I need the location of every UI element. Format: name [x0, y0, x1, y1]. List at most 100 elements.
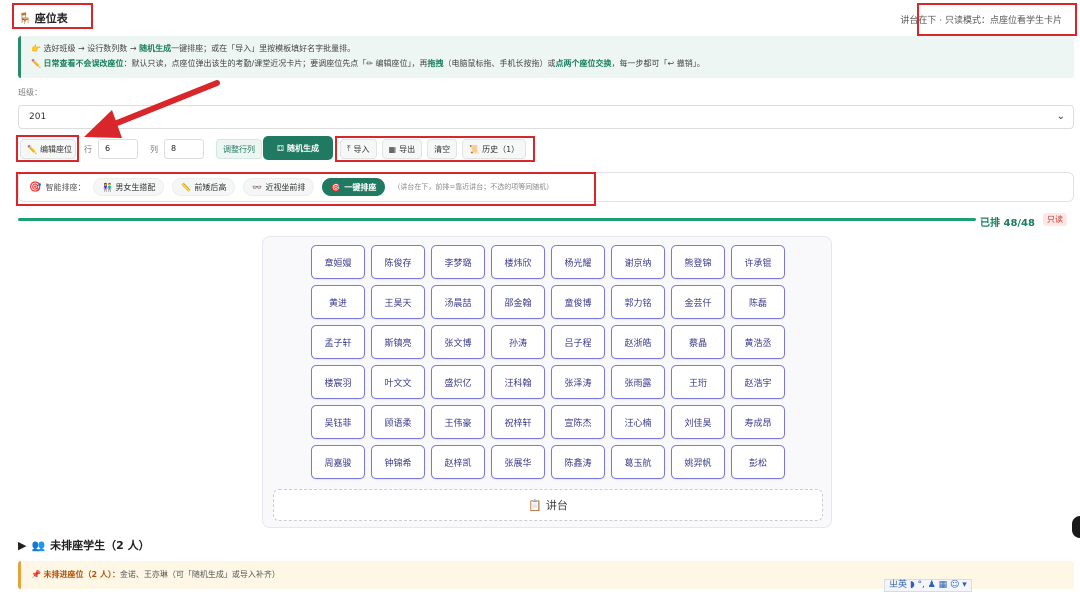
seat-cell[interactable]: 陈磊	[731, 285, 785, 319]
seat-cell[interactable]: 王昊天	[371, 285, 425, 319]
seat-grid: 章姮嫚 陈俊存 李梦璐 楼炜欣 杨光耀 谢京纳 熊登锦 许承锟黄进 王昊天 汤晨喆 邵金翰 童俊博 郭力…	[311, 245, 785, 479]
seat-cell[interactable]: 叶文文	[371, 365, 425, 399]
seat-cell[interactable]: 陈鑫涛	[551, 445, 605, 479]
class-select-value: 201	[29, 112, 47, 122]
caret-right-icon: ▶	[18, 538, 27, 552]
seated-count: 已排 48/48	[980, 218, 1035, 229]
cols-input[interactable]: 8	[164, 139, 204, 159]
floating-action-button[interactable]	[1072, 516, 1080, 538]
seat-cell[interactable]: 张展华	[491, 445, 545, 479]
gender-mix-button[interactable]: 👫 男女生搭配	[93, 178, 165, 196]
pencil-icon: ✏️	[27, 144, 37, 154]
class-label: 班级：	[18, 88, 42, 97]
seat-cell[interactable]: 谢京纳	[611, 245, 665, 279]
vision-front-button[interactable]: 👓 近视坐前排	[243, 178, 315, 196]
seat-chart-icon: 🪑	[18, 11, 32, 25]
hand-pointer-icon: 👉	[31, 44, 41, 53]
seat-cell[interactable]: 张泽涛	[551, 365, 605, 399]
seat-cell[interactable]: 孙涛	[491, 325, 545, 359]
seat-cell[interactable]: 斯镇亮	[371, 325, 425, 359]
height-order-button[interactable]: 📏 前矮后高	[172, 178, 236, 196]
target-icon: 🎯	[331, 182, 342, 192]
seat-cell[interactable]: 楼宸羽	[311, 365, 365, 399]
seat-cell[interactable]: 许承锟	[731, 245, 785, 279]
seat-cell[interactable]: 彭松	[731, 445, 785, 479]
clipboard-icon: 📋	[528, 498, 542, 512]
unseated-title-text: 未排座学生（2 人）	[50, 539, 150, 552]
smart-label: 智能排座：	[45, 182, 86, 192]
resize-grid-button[interactable]: 调整行列	[216, 139, 262, 159]
students-icon: 👥	[31, 538, 46, 552]
pencil-icon: ✏️	[31, 59, 41, 68]
toolbar-io-group: ⤒ 导入 ▦ 导出 清空 📜 历史（1）	[340, 138, 527, 160]
podium-label: 讲台	[545, 499, 568, 512]
readonly-badge: 只读	[1043, 213, 1067, 226]
seat-cell[interactable]: 张雨露	[611, 365, 665, 399]
seat-cell[interactable]: 吕子程	[551, 325, 605, 359]
seat-cell[interactable]: 汪科翰	[491, 365, 545, 399]
seat-cell[interactable]: 杨光耀	[551, 245, 605, 279]
smart-seating-row: 🎯 智能排座： 👫 男女生搭配 📏 前矮后高 👓 近视坐前排 🎯 一键排座 （讲…	[18, 172, 1074, 202]
ruler-icon: 📏	[181, 182, 192, 192]
unseated-toggle[interactable]: ▶ 👥 未排座学生（2 人）	[18, 537, 150, 553]
seat-cell[interactable]: 金芸仟	[671, 285, 725, 319]
seat-cell[interactable]: 黄浩丞	[731, 325, 785, 359]
tip-line-1: 👉 选好班级 → 设行数列数 → 随机生成一键排座；或在「导入」里按模板填好名字…	[31, 44, 356, 53]
history-button[interactable]: 📜 历史（1）	[462, 139, 527, 159]
seat-cell[interactable]: 葛玉航	[611, 445, 665, 479]
cols-label: 列	[150, 144, 158, 154]
seat-cell[interactable]: 章姮嫚	[311, 245, 365, 279]
seat-progress-bar	[18, 218, 976, 221]
seat-cell[interactable]: 陈俊存	[371, 245, 425, 279]
seat-cell[interactable]: 熊登锦	[671, 245, 725, 279]
class-select[interactable]: 201 ⌄	[18, 105, 1074, 129]
seat-cell[interactable]: 王伟豪	[431, 405, 485, 439]
seat-cell[interactable]: 汤晨喆	[431, 285, 485, 319]
seat-cell[interactable]: 童俊博	[551, 285, 605, 319]
seat-cell[interactable]: 赵梓凯	[431, 445, 485, 479]
seat-cell[interactable]: 赵浙皓	[611, 325, 665, 359]
seat-cell[interactable]: 钟锦希	[371, 445, 425, 479]
seat-cell[interactable]: 郭力铭	[611, 285, 665, 319]
one-click-seat-button[interactable]: 🎯 一键排座	[322, 178, 386, 196]
seat-cell[interactable]: 祝梓轩	[491, 405, 545, 439]
spreadsheet-icon: ▦	[388, 144, 397, 154]
tip-line-2: ✏️ 日常查看不会误改座位：默认只读，点座位弹出该生的考勤/课堂近况卡片；要调座…	[31, 59, 705, 68]
export-button[interactable]: ▦ 导出	[381, 139, 423, 159]
page-title: 🪑 座位表	[18, 10, 68, 26]
seat-cell[interactable]: 寿成昂	[731, 405, 785, 439]
pin-icon: 📌	[31, 570, 41, 579]
glasses-icon: 👓	[252, 182, 263, 192]
import-button[interactable]: ⤒ 导入	[340, 139, 377, 159]
page-title-text: 座位表	[34, 12, 68, 25]
edit-seat-button[interactable]: ✏️ 编辑座位	[20, 139, 76, 159]
seat-cell[interactable]: 李梦璐	[431, 245, 485, 279]
rows-input[interactable]: 6	[98, 139, 138, 159]
seat-cell[interactable]: 盛炽亿	[431, 365, 485, 399]
toolbar-random-group: ⚃ 随机生成	[263, 136, 333, 160]
chevron-down-icon: ⌄	[1056, 111, 1065, 122]
seat-cell[interactable]: 姚羿帆	[671, 445, 725, 479]
clear-button[interactable]: 清空	[427, 139, 458, 159]
scroll-icon: 📜	[469, 144, 480, 154]
toolbar-size-group: 行 6 列 8 调整行列	[84, 138, 262, 160]
seat-cell[interactable]: 蔡晶	[671, 325, 725, 359]
random-generate-button[interactable]: ⚃ 随机生成	[263, 136, 333, 160]
seat-cell[interactable]: 汪心楠	[611, 405, 665, 439]
seat-cell[interactable]: 楼炜欣	[491, 245, 545, 279]
seat-cell[interactable]: 黄进	[311, 285, 365, 319]
seat-cell[interactable]: 吴钰菲	[311, 405, 365, 439]
seat-cell[interactable]: 顾语柔	[371, 405, 425, 439]
upload-icon: ⤒	[347, 144, 351, 153]
seat-cell[interactable]: 孟子轩	[311, 325, 365, 359]
seat-cell[interactable]: 张文博	[431, 325, 485, 359]
seat-cell[interactable]: 周嘉骏	[311, 445, 365, 479]
couple-icon: 👫	[102, 182, 113, 192]
seat-cell[interactable]: 宣陈杰	[551, 405, 605, 439]
seat-cell[interactable]: 邵金翰	[491, 285, 545, 319]
seat-cell[interactable]: 刘佳昊	[671, 405, 725, 439]
seat-cell[interactable]: 王珩	[671, 365, 725, 399]
dice-icon: ⚃	[277, 143, 284, 153]
seat-cell[interactable]: 赵浩宇	[731, 365, 785, 399]
ime-toolbar[interactable]: ㄓ英 ◗ °, ♟ ▦ ☺ ▾	[884, 579, 972, 592]
